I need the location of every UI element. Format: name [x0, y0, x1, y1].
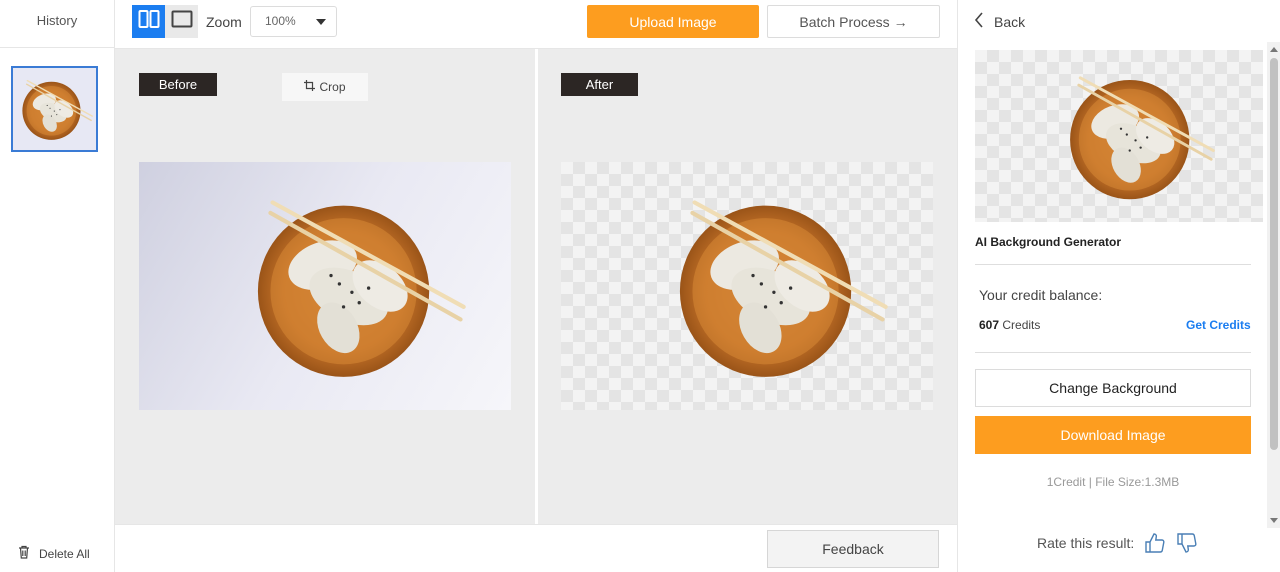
- crop-icon: [304, 80, 316, 94]
- rate-result: Rate this result:: [1037, 532, 1198, 554]
- delete-all-label: Delete All: [39, 546, 90, 561]
- crop-label: Crop: [319, 80, 346, 94]
- zoom-value: 100%: [265, 14, 296, 28]
- before-pane: Before Crop: [115, 49, 535, 524]
- history-title: History: [0, 0, 114, 48]
- single-view-icon: [171, 10, 193, 33]
- zoom-select[interactable]: 100%: [250, 6, 337, 37]
- divider: [975, 264, 1251, 265]
- history-thumbnail[interactable]: [11, 66, 98, 152]
- thumbs-up-icon[interactable]: [1144, 532, 1166, 554]
- right-panel: Back AI Background Generator Your credit…: [957, 0, 1280, 572]
- history-sidebar: History Delete All: [0, 0, 115, 572]
- get-credits-link[interactable]: Get Credits: [1186, 318, 1251, 332]
- toolbar: Zoom 100% Upload Image Batch Process →: [115, 0, 957, 49]
- trash-icon: [17, 545, 31, 562]
- caret-down-icon: [316, 19, 326, 25]
- rate-label: Rate this result:: [1037, 535, 1135, 551]
- panel-scrollbar[interactable]: [1267, 42, 1280, 528]
- credit-unit: Credits: [1002, 318, 1041, 332]
- change-background-button[interactable]: Change Background: [975, 369, 1251, 407]
- crop-button[interactable]: Crop: [282, 73, 368, 101]
- delete-all-button[interactable]: Delete All: [17, 545, 90, 562]
- upload-image-button[interactable]: Upload Image: [587, 5, 759, 38]
- credit-count: 607 Credits: [979, 318, 1040, 332]
- before-tag: Before: [139, 73, 217, 96]
- view-toggle: [132, 5, 198, 38]
- divider: [975, 352, 1251, 353]
- feedback-button[interactable]: Feedback: [767, 530, 939, 568]
- split-view-button[interactable]: [132, 5, 165, 38]
- dumpling-cutout-image: [1068, 76, 1215, 201]
- scroll-up-arrow[interactable]: [1270, 47, 1278, 52]
- single-view-button[interactable]: [165, 5, 198, 38]
- zoom-label: Zoom: [206, 14, 242, 30]
- back-button[interactable]: Back: [974, 12, 1025, 31]
- batch-process-button[interactable]: Batch Process →: [767, 5, 940, 38]
- after-tag: After: [561, 73, 638, 96]
- footer-bar: Feedback: [115, 524, 957, 572]
- scroll-thumb[interactable]: [1270, 58, 1278, 450]
- dumpling-cutout-image: [561, 162, 933, 410]
- back-label: Back: [994, 13, 1026, 30]
- tool-name: AI Background Generator: [975, 235, 1122, 249]
- chevron-left-icon: [974, 12, 984, 31]
- dumpling-image: [16, 77, 94, 141]
- cost-file-size: 1Credit | File Size:1.3MB: [1046, 475, 1180, 489]
- result-preview: [975, 50, 1263, 222]
- result-photo: [561, 162, 933, 410]
- credit-amount: 607: [979, 318, 1000, 332]
- download-image-button[interactable]: Download Image: [975, 416, 1251, 454]
- scroll-down-arrow[interactable]: [1270, 518, 1278, 523]
- split-view-icon: [138, 9, 160, 34]
- dumpling-image: [139, 162, 511, 410]
- original-photo: [139, 162, 511, 410]
- after-pane: After: [538, 49, 957, 524]
- thumbs-down-icon[interactable]: [1176, 532, 1198, 554]
- credit-balance-label: Your credit balance:: [979, 287, 1103, 303]
